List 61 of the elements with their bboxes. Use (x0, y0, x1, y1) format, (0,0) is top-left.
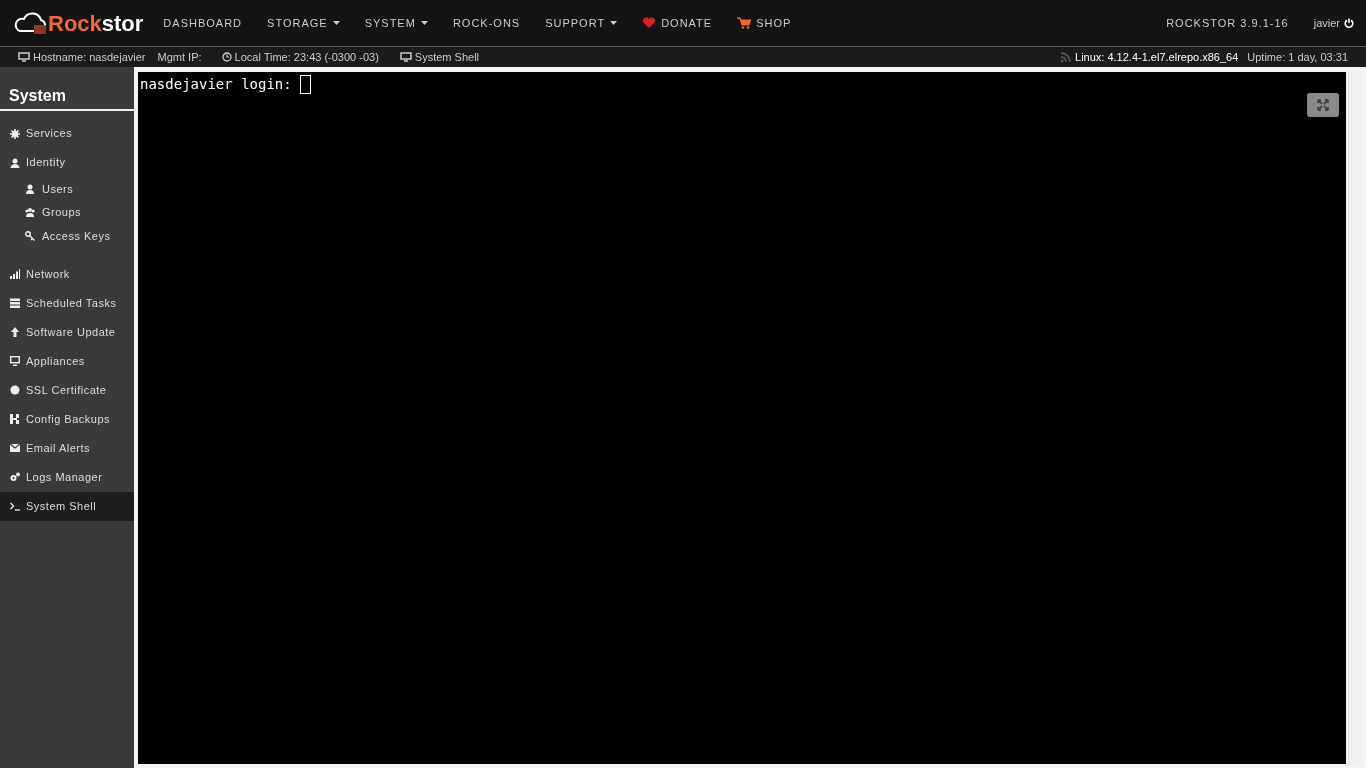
nav-link[interactable]: STORAGE (267, 14, 340, 32)
sidebar-subitem[interactable]: Groups (0, 200, 134, 224)
gears-icon (10, 472, 20, 482)
nav-link[interactable]: SYSTEM (364, 14, 428, 32)
mgmt-ip-text: Mgmt IP: (157, 49, 202, 65)
nav-link[interactable]: SHOP (737, 14, 792, 32)
sidebar-item[interactable]: Email Alerts (0, 433, 134, 463)
key-icon (25, 230, 35, 241)
terminal-screen[interactable]: nasdejavier login: (138, 72, 1346, 764)
clock-icon (221, 52, 232, 62)
user-icon (25, 183, 35, 194)
user-menu[interactable]: javier (1313, 14, 1354, 32)
kernel-text: Linux: 4.12.4-1.el7.elrepo.x86_64 (1075, 49, 1239, 65)
monitor-icon (18, 52, 30, 62)
cart-icon (737, 17, 752, 29)
caret-icon (420, 21, 428, 25)
sidebar-item[interactable]: Network (0, 259, 134, 289)
terminal-icon (10, 501, 20, 511)
hostname-text: Hostname: nasdejavier (33, 49, 146, 65)
uptime-text: Uptime: 1 day, 03:31 (1247, 49, 1348, 65)
gear-icon (10, 128, 20, 139)
caret-icon (332, 21, 340, 25)
sidebar-item[interactable]: Scheduled Tasks (0, 288, 134, 318)
list-icon (10, 298, 20, 308)
sidebar-item[interactable]: Logs Manager (0, 462, 134, 492)
nav-link[interactable]: ROCK-ONS (452, 14, 521, 32)
sidebar-item[interactable]: Software Update (0, 317, 134, 347)
users-icon (25, 207, 35, 218)
up-arrow-icon (10, 327, 20, 337)
nav-link[interactable]: SUPPORT (545, 14, 618, 32)
monitor-icon (399, 52, 412, 62)
sidebar-item[interactable]: Config Backups (0, 404, 134, 434)
system-shell-link[interactable]: System Shell (399, 48, 480, 66)
user-icon (10, 157, 20, 168)
sidebar-subitem[interactable]: Access Keys (0, 224, 134, 248)
cursor (299, 75, 311, 94)
nav-link[interactable]: DASHBOARD (163, 14, 243, 32)
signal-bars-icon (10, 269, 20, 279)
nav-link[interactable]: DONATE (642, 14, 713, 32)
local-time-text: Local Time: 23:43 (-0300 -03) (234, 49, 379, 65)
sidebar-item[interactable]: SSL Certificate (0, 375, 134, 405)
sidebar-subitem[interactable]: Users (0, 177, 134, 201)
rss-icon (1060, 51, 1072, 63)
power-icon (1344, 18, 1354, 28)
expand-icon (1317, 99, 1329, 111)
sidebar-title: System (9, 87, 66, 104)
sidebar-item[interactable]: Services (0, 119, 134, 148)
sidebar-item[interactable]: Identity (0, 148, 134, 177)
login-prompt: nasdejavier login: (140, 75, 292, 94)
rockstor-logo[interactable]: Rockstor (14, 6, 144, 40)
caret-icon (610, 21, 618, 25)
sitemap-icon (10, 414, 20, 424)
monitor-icon (10, 356, 20, 366)
badge-icon (10, 385, 20, 395)
sidebar-item[interactable]: Appliances (0, 346, 134, 376)
fullscreen-button[interactable] (1307, 93, 1339, 117)
sidebar-item[interactable]: System Shell (0, 491, 134, 521)
version-label: ROCKSTOR 3.9.1-16 (1166, 15, 1289, 31)
heart-icon (642, 17, 657, 29)
envelope-icon (10, 443, 20, 453)
scrollbar[interactable] (1348, 72, 1362, 764)
